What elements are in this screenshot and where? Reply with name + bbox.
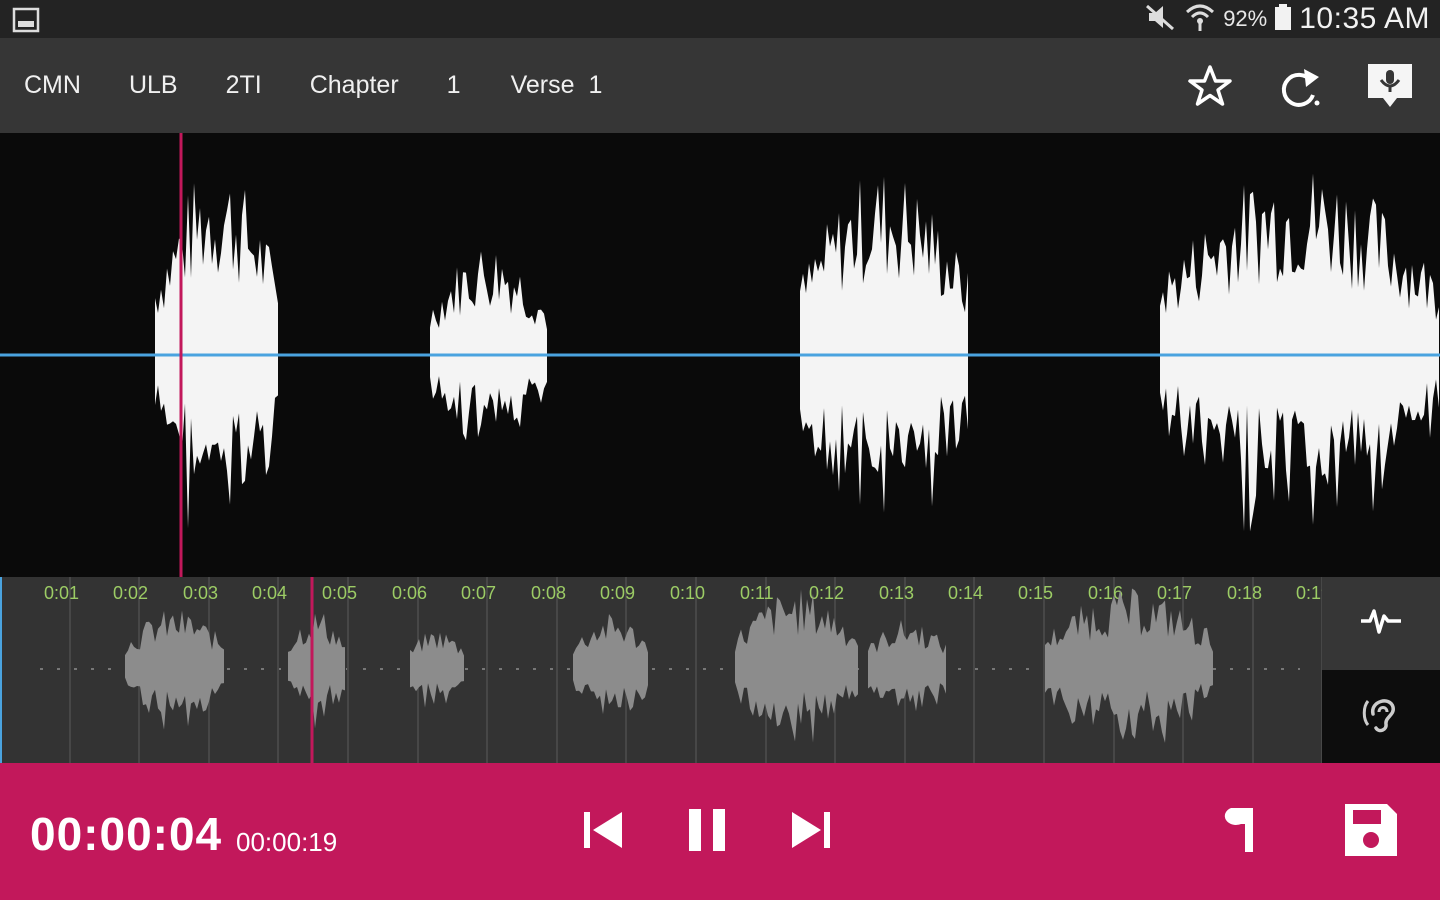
total-duration: 00:00:19 bbox=[236, 827, 338, 857]
pause-button[interactable] bbox=[672, 793, 742, 871]
timeline-waveform-segment bbox=[735, 589, 858, 743]
verse-label[interactable]: Verse bbox=[511, 71, 575, 100]
timeline-waveform-segment bbox=[288, 613, 345, 729]
skip-previous-icon bbox=[581, 808, 625, 857]
timeline-tick-label: 0:02 bbox=[113, 583, 148, 603]
skip-previous-button[interactable] bbox=[568, 793, 638, 871]
waveform-canvas[interactable] bbox=[0, 133, 1440, 577]
gallery-icon bbox=[12, 7, 40, 33]
redo-icon[interactable] bbox=[1272, 58, 1328, 114]
breadcrumb: CMN ULB 2TI Chapter 1 Verse 1 bbox=[24, 38, 602, 133]
timeline-tick-label: 0:13 bbox=[879, 583, 914, 603]
waveform-view[interactable] bbox=[0, 133, 1440, 577]
verse-marker-icon bbox=[1223, 804, 1263, 861]
record-icon[interactable] bbox=[1362, 58, 1418, 114]
timeline-tick-label: 0:14 bbox=[948, 583, 983, 603]
skip-next-button[interactable] bbox=[776, 793, 846, 871]
timeline-tick-label: 0:09 bbox=[600, 583, 635, 603]
status-bar: 92% 10:35 AM bbox=[0, 0, 1440, 38]
timeline-tick-label: 0:04 bbox=[252, 583, 287, 603]
waveform-mode-button[interactable] bbox=[1322, 577, 1440, 670]
waveform-segment bbox=[800, 176, 968, 513]
timeline-waveform-segment bbox=[1045, 588, 1213, 743]
mute-icon bbox=[1145, 3, 1177, 36]
star-icon[interactable] bbox=[1182, 58, 1238, 114]
side-toolbar bbox=[1322, 577, 1440, 763]
book-selector[interactable]: 2TI bbox=[226, 71, 262, 100]
timeline-tick-label: 0:07 bbox=[461, 583, 496, 603]
version-selector[interactable]: ULB bbox=[129, 71, 178, 100]
save-button[interactable] bbox=[1336, 793, 1406, 871]
status-clock: 10:35 AM bbox=[1299, 2, 1430, 35]
timeline-tick-label: 0:06 bbox=[392, 583, 427, 603]
save-icon bbox=[1341, 800, 1401, 865]
timeline-waveform-segment bbox=[868, 619, 946, 712]
current-time: 00:00:04 bbox=[30, 808, 223, 860]
toolbar: CMN ULB 2TI Chapter 1 Verse 1 bbox=[0, 38, 1440, 133]
timeline-waveform-segment bbox=[573, 614, 648, 715]
verse-number[interactable]: 1 bbox=[589, 71, 603, 100]
timeline-tick-label: 0:19 bbox=[1296, 583, 1322, 603]
battery-percent: 92% bbox=[1223, 6, 1268, 31]
timeline-tick-label: 0:18 bbox=[1227, 583, 1262, 603]
waveform-segment bbox=[1160, 173, 1439, 532]
chapter-label[interactable]: Chapter bbox=[310, 71, 399, 100]
timeline-tick-label: 0:05 bbox=[322, 583, 357, 603]
timeline-minimap[interactable]: 0:01 0:02 0:03 0:04 0:05 0:06 0:07 0:08 0:09 0:10… bbox=[0, 577, 1322, 763]
timeline-tick-label: 0:16 bbox=[1088, 583, 1123, 603]
pause-icon bbox=[685, 806, 729, 859]
timeline-tick-label: 0:11 bbox=[740, 583, 774, 603]
waveform-icon bbox=[1360, 606, 1402, 641]
hearing-icon bbox=[1360, 693, 1402, 740]
timeline-tick-label: 0:15 bbox=[1018, 583, 1053, 603]
timeline-tick-label: 0:08 bbox=[531, 583, 566, 603]
playback-bar: 00:00:04 00:00:19 bbox=[0, 763, 1440, 900]
timeline-canvas[interactable]: 0:01 0:02 0:03 0:04 0:05 0:06 0:07 0:08 0:09 0:10… bbox=[0, 577, 1322, 763]
hearing-mode-button[interactable] bbox=[1322, 670, 1440, 763]
timeline-tick-label: 0:03 bbox=[183, 583, 218, 603]
wifi-icon bbox=[1185, 2, 1215, 37]
skip-next-icon bbox=[789, 808, 833, 857]
timeline-tick-label: 0:17 bbox=[1157, 583, 1192, 603]
timeline-tick-label: 0:01 bbox=[44, 583, 79, 603]
battery-icon bbox=[1275, 3, 1292, 35]
chapter-number[interactable]: 1 bbox=[447, 71, 461, 100]
language-selector[interactable]: CMN bbox=[24, 71, 81, 100]
timeline-tick-label: 0:10 bbox=[670, 583, 705, 603]
waveform-segment bbox=[430, 251, 547, 441]
timeline-tick-label: 0:12 bbox=[809, 583, 844, 603]
verse-marker-button[interactable] bbox=[1208, 793, 1278, 871]
